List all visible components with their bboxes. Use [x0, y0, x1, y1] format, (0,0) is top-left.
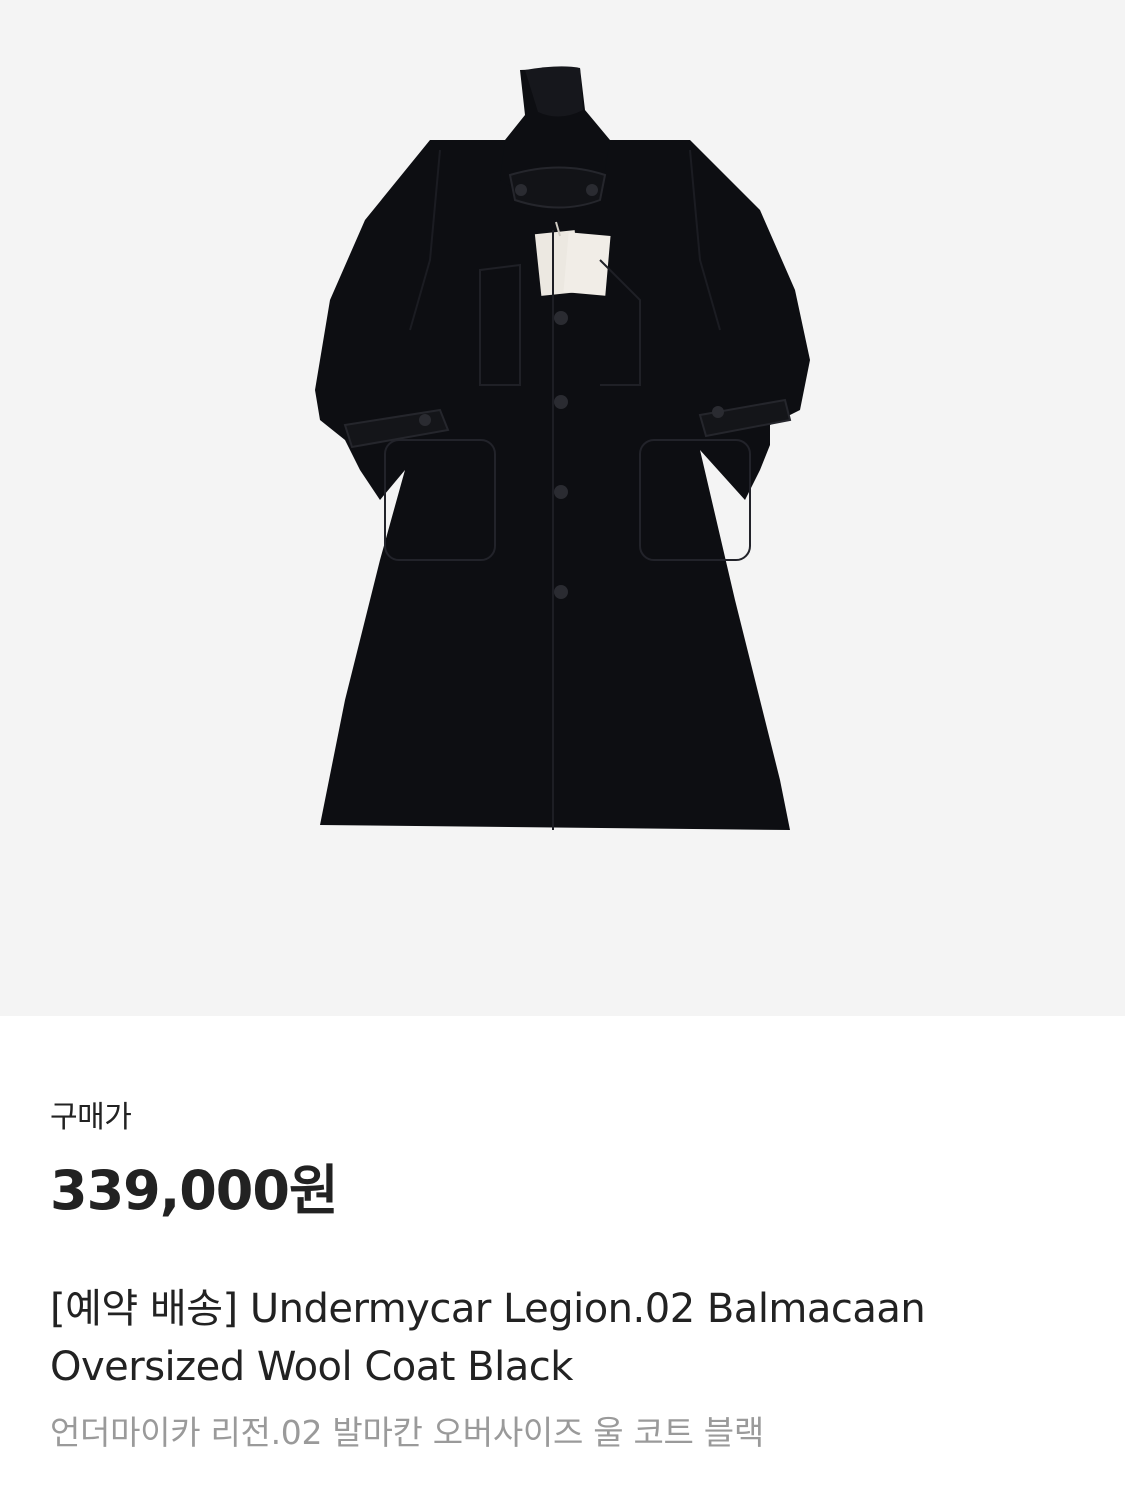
- price-value: 339,000원: [50, 1159, 339, 1222]
- product-title: [예약 배송] Undermycar Legion.02 Balmacaan O…: [50, 1286, 926, 1390]
- product-detail-page: 구매가 339,000원 [예약 배송] Undermycar Legion.0…: [0, 0, 1125, 1501]
- product-subtitle: 언더마이카 리전.02 발마칸 오버사이즈 울 코트 블랙: [50, 1413, 764, 1452]
- product-image[interactable]: [0, 0, 1125, 1016]
- coat-image: [315, 66, 810, 830]
- price-label: 구매가: [50, 1100, 132, 1135]
